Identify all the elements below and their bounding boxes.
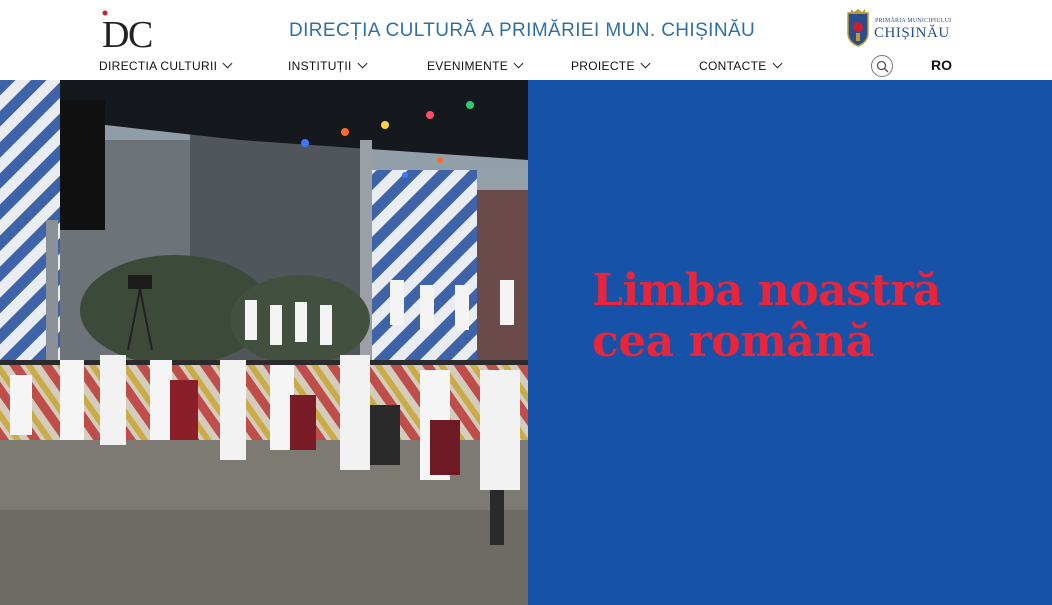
folk-dance-photo (0, 80, 528, 605)
nav-item-evenimente[interactable]: EVENIMENTE (427, 58, 524, 73)
chevron-down-icon (640, 58, 651, 68)
language-switch[interactable]: RO (931, 57, 952, 73)
hero-title-line-2: cea română (592, 316, 874, 367)
chevron-down-icon (357, 58, 368, 68)
partner-logo-small-text: PRIMĂRIA MUNICIPIULUI (875, 18, 952, 24)
festival-stage-image (0, 80, 528, 605)
search-button[interactable] (871, 55, 893, 77)
site-header: D C DIRECȚIA CULTURĂ A PRIMĂRIEI MUN. CH… (0, 0, 1052, 80)
site-title[interactable]: DIRECȚIA CULTURĂ A PRIMĂRIEI MUN. CHIȘIN… (289, 20, 755, 42)
search-icon (876, 60, 889, 73)
partner-logo-big-text: CHIȘINĂU (874, 25, 950, 41)
svg-text:D: D (102, 14, 129, 51)
dc-logo[interactable]: D C (100, 7, 162, 51)
nav-item-directia-culturii[interactable]: DIRECTIA CULTURII (99, 58, 233, 73)
nav-item-contacte[interactable]: CONTACTE (699, 58, 782, 73)
nav-item-label: PROIECTE (571, 59, 635, 73)
coat-of-arms-icon (847, 9, 869, 47)
nav-item-label: EVENIMENTE (427, 59, 509, 73)
svg-text:C: C (128, 14, 153, 51)
nav-item-label: INSTITUȚII (288, 59, 352, 73)
hero-banner[interactable]: Limba noastră cea română (0, 80, 1052, 605)
nav-item-proiecte[interactable]: PROIECTE (571, 58, 651, 73)
hero-text-panel: Limba noastră cea română (528, 80, 1052, 605)
chevron-down-icon (222, 58, 233, 68)
nav-item-label: CONTACTE (699, 59, 767, 73)
nav-item-institutii[interactable]: INSTITUȚII (288, 58, 368, 73)
chevron-down-icon (772, 58, 782, 68)
nav-item-label: DIRECTIA CULTURII (99, 59, 218, 73)
primaria-chisinau-logo[interactable]: PRIMĂRIA MUNICIPIULUI CHIȘINĂU (845, 9, 953, 49)
hero-title: Limba noastră cea română (592, 265, 1032, 367)
hero-title-line-1: Limba noastră (592, 265, 941, 316)
chevron-down-icon (513, 58, 524, 68)
